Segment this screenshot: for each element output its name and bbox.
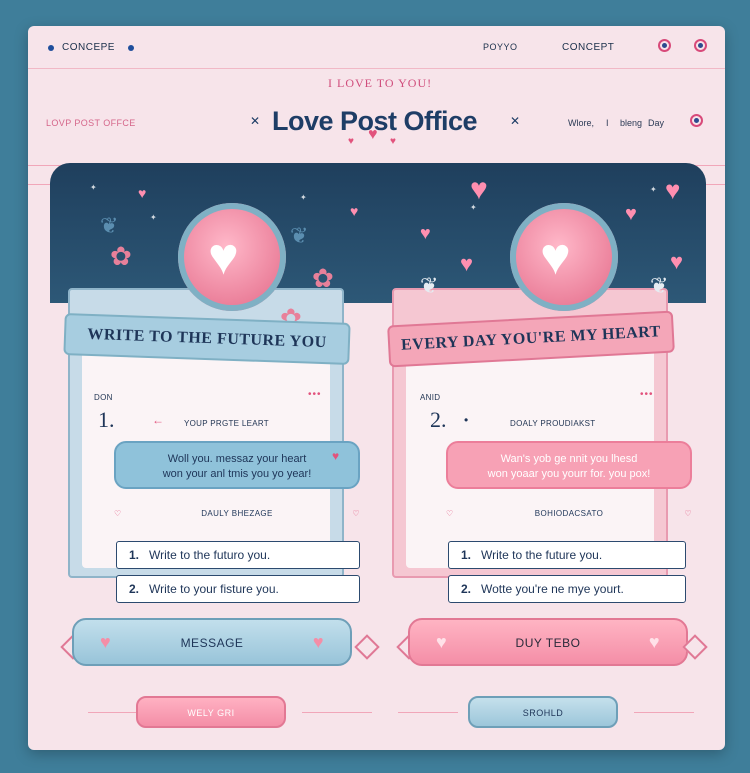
message-box-left[interactable]: Woll you. messaz your heart won your anl…: [114, 441, 360, 489]
heart-icon: ♥: [648, 632, 660, 652]
header-nav-3[interactable]: bleng: [620, 118, 642, 128]
heart-icon-small: ♥: [390, 136, 396, 147]
leaf-icon: ❦: [650, 273, 669, 298]
leaf-icon: ❦: [290, 223, 309, 248]
duy-tebo-button[interactable]: ♥ DUY TEBO ♥: [408, 618, 688, 666]
panel-title-line: DOALY PROUDIAKST: [510, 419, 596, 428]
heart-badge-icon: ♥: [332, 449, 340, 463]
header-nav-4[interactable]: Day: [648, 118, 664, 128]
message-line-1: Woll you. messaz your heart: [167, 453, 307, 465]
heart-icon: ♥: [436, 632, 448, 652]
floating-heart-icon: ♥: [665, 175, 681, 205]
floating-heart-icon: ♥: [670, 249, 684, 274]
panel-small-label: ANID: [420, 393, 441, 402]
list-item[interactable]: 2. Wotte you're ne mye yourt.: [448, 575, 686, 603]
list-item-num: 1.: [129, 548, 140, 562]
topbar-right-label[interactable]: CONCEPT: [562, 42, 614, 53]
sub-label-row: ♡ DAULY BHEZAGE ♡: [114, 509, 360, 525]
floating-heart-icon: ♥: [350, 203, 359, 219]
logo-arrow-icon: ✕: [250, 114, 261, 128]
star-icon: ✦: [300, 193, 307, 202]
small-right-button[interactable]: SROHLD: [468, 696, 618, 728]
list-item-num: 2.: [129, 582, 140, 596]
message-line-2: won yoaar you yourr for. you pox!: [487, 468, 651, 480]
header-arc-text: I LOVE TO YOU!: [328, 76, 433, 90]
app-logo: Love Post Office: [272, 106, 478, 136]
list-item-num: 1.: [461, 548, 472, 562]
heart-icon: ♡: [684, 509, 692, 518]
panel-number: 1.: [98, 407, 115, 432]
rose-icon: ✿: [110, 241, 132, 271]
more-dots-icon[interactable]: •••: [308, 389, 322, 400]
diamond-ornament-icon: [354, 634, 380, 660]
panel-title-line: YOUP PRGTE LEART: [184, 419, 269, 428]
panel-number: 2.: [430, 407, 447, 432]
star-icon: ✦: [90, 183, 97, 192]
message-line-1: Wan's yob ge nnit you lhesd: [500, 453, 638, 465]
divider-line: [398, 712, 458, 713]
floating-heart-icon: ♥: [625, 203, 637, 225]
list-item[interactable]: 1. Write to the future you.: [448, 541, 686, 569]
profile-icon[interactable]: [694, 39, 707, 52]
heart-icon: ♥: [540, 228, 571, 286]
message-button-label: MESSAGE: [180, 636, 244, 650]
list-item-text: Write to the futuro you.: [149, 548, 271, 562]
heart-icon: ♥: [312, 632, 324, 652]
divider-line: [634, 712, 694, 713]
list-item-text: Write to the future you.: [481, 548, 603, 562]
heart-icon: ♡: [352, 509, 360, 518]
message-line-2: won your anl tmis you yo year!: [162, 468, 312, 480]
status-dot-left: [48, 45, 54, 51]
heart-orb-left: ♥: [178, 203, 286, 311]
topbar-left-label[interactable]: CONCEPE: [62, 42, 115, 53]
star-icon: ✦: [150, 213, 157, 222]
floating-heart-icon: ♥: [420, 223, 431, 243]
logo-arrow-icon: ✕: [510, 114, 521, 128]
message-box-right[interactable]: Wan's yob ge nnit you lhesd won yoaar yo…: [446, 441, 692, 489]
header: I LOVE TO YOU! ♥ ♥ ♥ ✕ Love Post Office …: [28, 68, 725, 185]
floating-heart-icon: ♥: [470, 173, 488, 206]
message-button[interactable]: ♥ MESSAGE ♥: [72, 618, 352, 666]
panel-small-label: DON: [94, 393, 113, 402]
arrow-icon: •: [464, 413, 469, 427]
rose-icon: ✿: [312, 263, 334, 293]
arrow-icon: ←: [152, 413, 164, 427]
list-item[interactable]: 2. Write to your fisture you.: [116, 575, 360, 603]
app-window: CONCEPE POYYO CONCEPT I LOVE TO YOU! ♥ ♥…: [28, 26, 725, 750]
list-item-num: 2.: [461, 582, 472, 596]
heart-icon: ♥: [100, 632, 112, 652]
hero-scene: ✦ ✦ ✦ ✦ ✦ ✦ ♥ ♥ ♥ ♥ ♥ ♥ ♥ ♥ ♥ ♥ ❦ ✿ ✿ ❦ …: [50, 163, 706, 603]
header-nav-1[interactable]: Wlore,: [568, 118, 594, 128]
topbar-mid-label[interactable]: POYYO: [483, 42, 518, 52]
settings-icon[interactable]: [658, 39, 671, 52]
header-nav-2[interactable]: I: [606, 118, 609, 128]
more-dots-icon[interactable]: •••: [640, 389, 654, 400]
divider-line: [302, 712, 372, 713]
header-menu-icon[interactable]: [690, 114, 703, 127]
small-left-button[interactable]: WELY GRI: [136, 696, 286, 728]
status-dot-right: [128, 45, 134, 51]
floating-heart-icon: ♥: [138, 185, 147, 201]
heart-icon: ♥: [208, 228, 239, 286]
sub-label: DAULY BHEZAGE: [201, 509, 273, 518]
leaf-icon: ❦: [420, 273, 439, 298]
sub-label-row: ♡ BOHIODACSATO ♡: [446, 509, 692, 525]
heart-orb-right: ♥: [510, 203, 618, 311]
list-item-text: Wotte you're ne mye yourt.: [481, 582, 624, 596]
leaf-icon: ❦: [100, 213, 119, 238]
floating-heart-icon: ♥: [460, 251, 474, 276]
heart-icon-small: ♥: [348, 136, 354, 147]
list-item-text: Write to your fisture you.: [149, 582, 279, 596]
list-item[interactable]: 1. Write to the futuro you.: [116, 541, 360, 569]
heart-icon: ♡: [446, 509, 454, 518]
heart-icon: ♡: [114, 509, 122, 518]
duy-tebo-button-label: DUY TEBO: [515, 636, 581, 650]
sub-label: BOHIODACSATO: [534, 509, 604, 518]
star-icon: ✦: [650, 185, 657, 194]
top-bar: CONCEPE POYYO CONCEPT: [28, 26, 725, 69]
header-subtitle: LOVP POST OFFCE: [46, 118, 136, 128]
